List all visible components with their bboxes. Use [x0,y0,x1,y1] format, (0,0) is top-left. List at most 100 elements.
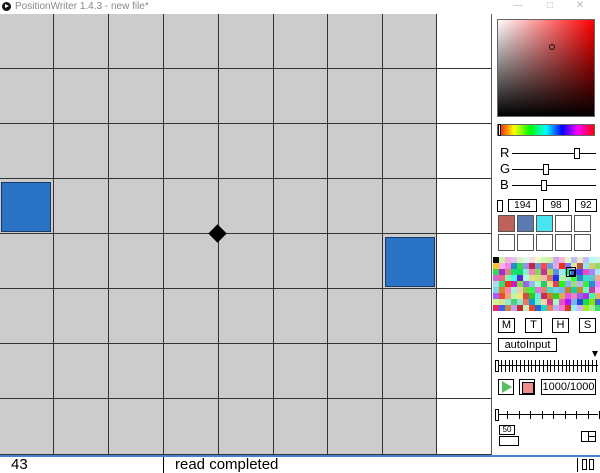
green-value[interactable]: 98 [543,199,569,212]
grid-cell[interactable] [274,69,328,124]
grid-cell[interactable] [164,14,219,69]
red-value[interactable]: 194 [508,199,537,212]
grid-cell[interactable] [328,399,383,455]
grid-cell[interactable] [274,289,328,344]
mode-m-button[interactable]: M [498,318,515,333]
green-thumb[interactable] [543,164,549,175]
hue-slider-thumb[interactable] [498,124,501,136]
grid-cell[interactable] [219,69,274,124]
grid-cell[interactable] [219,344,274,399]
grid-cell[interactable] [328,289,383,344]
color-swatch[interactable] [498,234,515,251]
grid-cell[interactable] [383,69,437,124]
color-swatch[interactable] [555,215,572,232]
grid-cell[interactable] [164,234,219,289]
color-swatch[interactable] [536,215,553,232]
grid-cell[interactable] [328,344,383,399]
grid-cell[interactable] [54,344,109,399]
grid-cell[interactable] [383,399,437,455]
speed-value[interactable]: 50 [499,425,515,435]
speed-slider[interactable] [495,409,600,421]
grid-cell[interactable] [109,14,164,69]
grid-cell[interactable] [164,289,219,344]
grid-cell[interactable] [54,399,109,455]
grid-cell[interactable] [54,14,109,69]
color-swatch[interactable] [574,215,591,232]
grid-cell[interactable] [164,179,219,234]
grid-cell[interactable] [109,289,164,344]
grid-cell[interactable] [274,124,328,179]
color-palette[interactable] [493,257,600,313]
color-swatch[interactable] [536,234,553,251]
lock-icon[interactable] [497,200,503,212]
grid-cell[interactable] [0,124,54,179]
close-button[interactable]: ✕ [560,0,600,14]
grid-cell[interactable] [164,124,219,179]
red-slider[interactable]: R [498,146,596,160]
grid-cell[interactable] [383,179,437,234]
layout-icon[interactable] [581,431,596,442]
color-swatch[interactable] [574,234,591,251]
grid-cell[interactable] [54,179,109,234]
grid-cell[interactable] [437,234,491,289]
grid-cell[interactable] [219,399,274,455]
grid-cell[interactable] [219,289,274,344]
red-thumb[interactable] [574,148,580,159]
grid-cell[interactable] [328,69,383,124]
grid-cell[interactable] [109,344,164,399]
grid-cell[interactable] [328,234,383,289]
color-swatch[interactable] [555,234,572,251]
grid-cell[interactable] [109,399,164,455]
grid-cell[interactable] [0,14,54,69]
grid-cell[interactable] [0,69,54,124]
grid-cell[interactable] [219,179,274,234]
grid-cell[interactable] [274,344,328,399]
grid-cell[interactable] [383,124,437,179]
mode-t-button[interactable]: T [525,318,542,333]
speed-input[interactable] [499,436,519,446]
mode-s-button[interactable]: S [579,318,596,333]
grid-cell[interactable] [437,124,491,179]
grid-cell[interactable] [437,289,491,344]
grid-cell[interactable] [328,14,383,69]
grid-cell[interactable] [0,399,54,455]
color-swatch[interactable] [498,215,515,232]
stop-button[interactable] [519,379,535,395]
grid-cell[interactable] [54,289,109,344]
play-button[interactable] [498,379,514,395]
grid-cell[interactable] [219,234,274,289]
panel-toggle-icon[interactable] [577,458,597,472]
color-swatch[interactable] [517,234,534,251]
grid-cell[interactable] [274,399,328,455]
blue-thumb[interactable] [541,180,547,191]
palette-cell[interactable] [595,305,600,311]
hue-slider[interactable] [497,124,595,136]
grid-cell[interactable] [383,14,437,69]
grid-cell[interactable] [437,14,491,69]
green-slider[interactable]: G [498,162,596,176]
grid-cell[interactable] [437,179,491,234]
grid-cell[interactable] [0,344,54,399]
dropdown-triangle-icon[interactable] [592,351,598,357]
drawing-canvas[interactable] [0,14,492,455]
grid-cell[interactable] [437,69,491,124]
grid-cell[interactable] [274,234,328,289]
blue-slider[interactable]: B [498,178,596,192]
timeline-thumb[interactable] [495,360,499,372]
grid-cell[interactable] [328,124,383,179]
color-swatch[interactable] [517,215,534,232]
grid-cell[interactable] [164,344,219,399]
grid-cell[interactable] [54,124,109,179]
grid-cell[interactable] [328,179,383,234]
timeline-slider[interactable] [495,360,599,372]
grid-cell[interactable] [0,289,54,344]
grid-cell[interactable] [109,234,164,289]
grid-cell[interactable] [109,69,164,124]
grid-cell[interactable] [164,399,219,455]
saturation-value-field[interactable] [497,19,595,117]
grid-cell[interactable] [164,69,219,124]
grid-cell[interactable] [274,179,328,234]
placed-square-left[interactable] [1,182,51,232]
grid-cell[interactable] [109,179,164,234]
grid-cell[interactable] [437,344,491,399]
